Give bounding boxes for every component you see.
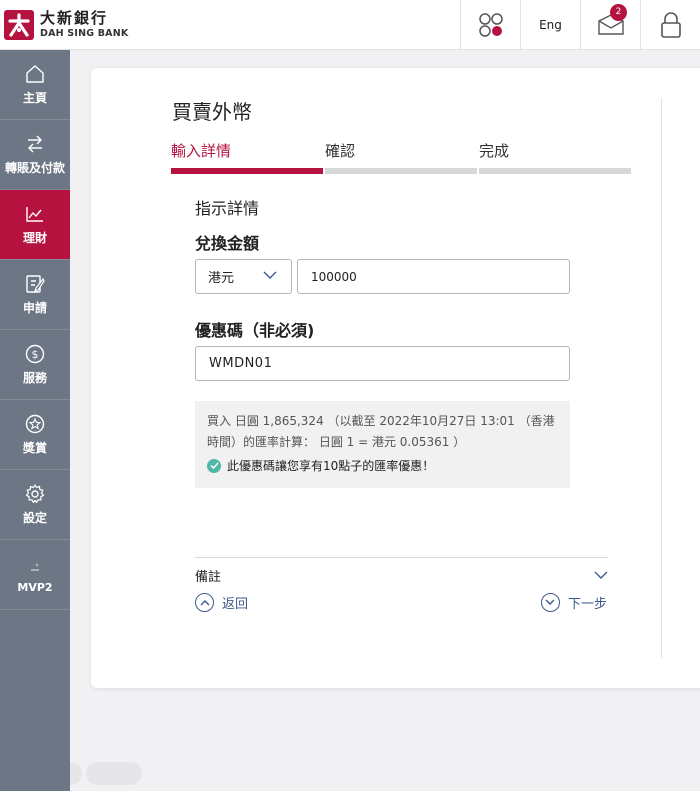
- promo-code-input[interactable]: WMDN01: [195, 346, 570, 381]
- sidebar-item-label: MVP2: [17, 581, 53, 594]
- edit-icon: [26, 275, 45, 293]
- svg-text:$: $: [32, 348, 39, 361]
- placeholder-pill: [70, 762, 82, 785]
- placeholder-pill: [86, 762, 142, 785]
- top-header: 大新銀行 DAH SING BANK Eng 2: [0, 0, 700, 50]
- check-circle-icon: [207, 458, 221, 473]
- page-title: 買賣外幣: [172, 100, 252, 124]
- chevron-down-icon: [263, 271, 277, 279]
- apps-button[interactable]: [460, 0, 520, 50]
- sidebar-item-settings[interactable]: 設定: [0, 470, 70, 540]
- dollar-icon: $: [25, 344, 45, 364]
- remarks-accordion[interactable]: 備註: [195, 557, 608, 587]
- logout-button[interactable]: [640, 0, 700, 50]
- amount-input[interactable]: 100000: [297, 259, 570, 294]
- mail-count-badge: 2: [610, 3, 627, 21]
- sidebar-item-label: 申請: [22, 301, 47, 315]
- sidebar-item-home[interactable]: 主頁: [0, 50, 70, 120]
- sidebar-item-apply[interactable]: 申請: [0, 260, 70, 330]
- star-icon: [25, 414, 45, 434]
- step-progress-bar: [479, 168, 631, 174]
- back-label: 返回: [222, 597, 249, 612]
- sidebar-item-rewards[interactable]: 獎賞: [0, 400, 70, 470]
- sidebar-item-label: 理財: [22, 231, 47, 245]
- sidebar-item-label: 主頁: [22, 91, 47, 105]
- chevron-down-icon: [594, 571, 608, 579]
- exchange-rate-text: 買入 日圓 1,865,324 （以截至 2022年10月27日 13:01 （…: [207, 414, 555, 449]
- sidebar-item-wealth[interactable]: 理財: [0, 190, 70, 260]
- step-progress-bar: [171, 168, 323, 174]
- next-label: 下一步: [567, 597, 607, 612]
- step-indicator: 輸入詳情 確認 完成: [171, 140, 633, 174]
- step-label: 確認: [325, 142, 356, 160]
- currency-value: 港元: [208, 271, 235, 286]
- sidebar-item-service[interactable]: $ 服務: [0, 330, 70, 400]
- amount-label: 兌換金額: [195, 234, 260, 253]
- promo-code-value: WMDN01: [209, 356, 273, 371]
- sidebar-item-label: 獎賞: [22, 441, 47, 455]
- fx-trade-card: 買賣外幣 輸入詳情 確認 完成 指示詳情 兌換金額 港元 100000 優惠碼（…: [91, 68, 700, 688]
- sidebar-nav: 主頁 轉賬及付款 理財 申請 $ 服務 獎賞 設定 MVP2: [0, 50, 70, 791]
- back-button[interactable]: 返回: [195, 593, 248, 612]
- sidebar-item-transfer[interactable]: 轉賬及付款: [0, 120, 70, 190]
- bank-logo[interactable]: 大新銀行 DAH SING BANK: [0, 0, 128, 50]
- amount-value: 100000: [311, 269, 357, 284]
- step-progress-bar: [325, 168, 477, 174]
- home-icon: [26, 65, 44, 83]
- step-complete: 完成: [479, 140, 631, 174]
- sidebar-item-mvp2[interactable]: MVP2: [0, 540, 70, 610]
- mvp-icon: [31, 563, 39, 571]
- chart-icon: [26, 207, 43, 222]
- inbox-button[interactable]: 2: [580, 0, 640, 50]
- promo-code-label: 優惠碼（非必須): [195, 321, 315, 340]
- promo-success-message: 此優惠碼讓您享有10點子的匯率優惠！: [207, 457, 558, 474]
- remarks-label: 備註: [195, 570, 222, 585]
- promo-success-text: 此優惠碼讓您享有10點子的匯率優惠！: [227, 459, 435, 473]
- card-divider: [661, 98, 662, 658]
- exchange-info-box: 買入 日圓 1,865,324 （以截至 2022年10月27日 13:01 （…: [195, 401, 570, 488]
- step-input-details: 輸入詳情: [171, 140, 323, 174]
- sidebar-item-label: 設定: [22, 511, 47, 525]
- step-confirm: 確認: [325, 140, 477, 174]
- gear-icon: [25, 484, 45, 504]
- language-button[interactable]: Eng: [520, 0, 580, 50]
- transfer-icon: [28, 135, 42, 153]
- section-title: 指示詳情: [195, 199, 260, 218]
- bank-name-cn: 大新銀行: [40, 8, 109, 27]
- sidebar-item-label: 轉賬及付款: [4, 161, 65, 175]
- lock-icon: [660, 11, 681, 38]
- next-button[interactable]: 下一步: [540, 593, 607, 612]
- dah-sing-logo-icon: [4, 9, 34, 40]
- step-label: 完成: [479, 142, 510, 160]
- apps-icon: [478, 12, 503, 37]
- currency-select[interactable]: 港元: [195, 259, 292, 294]
- step-label: 輸入詳情: [171, 142, 232, 160]
- bank-name-en: DAH SING BANK: [40, 27, 129, 39]
- chevron-down-circle-icon: [540, 593, 560, 612]
- language-label: Eng: [539, 17, 562, 32]
- chevron-up-circle-icon: [195, 593, 214, 612]
- sidebar-item-label: 服務: [22, 371, 47, 385]
